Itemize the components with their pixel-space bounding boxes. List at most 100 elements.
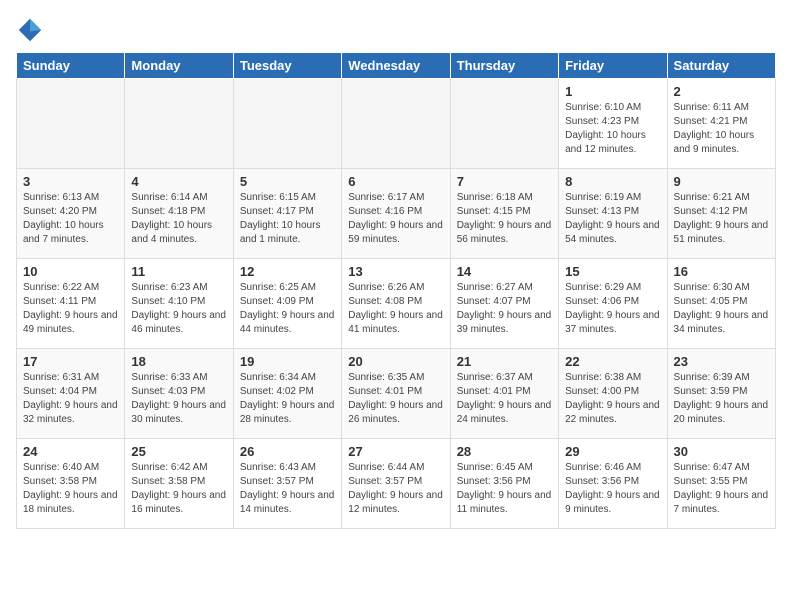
day-number: 20 [348,354,443,369]
calendar-table: SundayMondayTuesdayWednesdayThursdayFrid… [16,52,776,529]
day-number: 27 [348,444,443,459]
weekday-header-saturday: Saturday [667,53,775,79]
calendar-cell: 1 Sunrise: 6:10 AM Sunset: 4:23 PM Daylig… [559,79,667,169]
week-row-5: 24 Sunrise: 6:40 AM Sunset: 3:58 PM Dayli… [17,439,776,529]
day-info: Sunrise: 6:33 AM Sunset: 4:03 PM Dayligh… [131,371,226,427]
day-number: 16 [674,264,769,279]
page-header [16,16,776,44]
calendar-cell: 14Sunrise: 6:27 AM Sunset: 4:07 PM Dayli… [450,259,558,349]
calendar-cell: 10Sunrise: 6:22 AM Sunset: 4:11 PM Dayli… [17,259,125,349]
day-info: Sunrise: 6:43 AM Sunset: 3:57 PM Dayligh… [240,461,335,517]
day-info: Sunrise: 6:37 AM Sunset: 4:01 PM Dayligh… [457,371,552,427]
day-info: Sunrise: 6:21 AM Sunset: 4:12 PM Dayligh… [674,191,769,247]
day-info: Sunrise: 6:30 AM Sunset: 4:05 PM Dayligh… [674,281,769,337]
day-number: 22 [565,354,660,369]
calendar-cell: 24 Sunrise: 6:40 AM Sunset: 3:58 PM Dayli… [17,439,125,529]
day-number: 6 [348,174,443,189]
calendar-cell: 18 Sunrise: 6:33 AM Sunset: 4:03 PM Dayli… [125,349,233,439]
day-number: 5 [240,174,335,189]
weekday-header-tuesday: Tuesday [233,53,341,79]
day-number: 4 [131,174,226,189]
week-row-2: 3 Sunrise: 6:13 AM Sunset: 4:20 PM Daylig… [17,169,776,259]
weekday-header-friday: Friday [559,53,667,79]
weekday-header-thursday: Thursday [450,53,558,79]
logo-icon [16,16,44,44]
week-row-4: 17Sunrise: 6:31 AM Sunset: 4:04 PM Dayli… [17,349,776,439]
calendar-cell [342,79,450,169]
day-info: Sunrise: 6:17 AM Sunset: 4:16 PM Dayligh… [348,191,443,247]
calendar-cell: 7 Sunrise: 6:18 AM Sunset: 4:15 PM Daylig… [450,169,558,259]
calendar-cell: 23 Sunrise: 6:39 AM Sunset: 3:59 PM Dayli… [667,349,775,439]
day-info: Sunrise: 6:46 AM Sunset: 3:56 PM Dayligh… [565,461,660,517]
calendar-cell: 15Sunrise: 6:29 AM Sunset: 4:06 PM Dayli… [559,259,667,349]
calendar-cell: 26 Sunrise: 6:43 AM Sunset: 3:57 PM Dayli… [233,439,341,529]
calendar-cell: 8 Sunrise: 6:19 AM Sunset: 4:13 PM Daylig… [559,169,667,259]
calendar-cell: 25 Sunrise: 6:42 AM Sunset: 3:58 PM Dayli… [125,439,233,529]
day-number: 26 [240,444,335,459]
day-number: 14 [457,264,552,279]
day-info: Sunrise: 6:35 AM Sunset: 4:01 PM Dayligh… [348,371,443,427]
day-info: Sunrise: 6:15 AM Sunset: 4:17 PM Dayligh… [240,191,335,247]
calendar-cell: 12Sunrise: 6:25 AM Sunset: 4:09 PM Dayli… [233,259,341,349]
week-row-3: 10Sunrise: 6:22 AM Sunset: 4:11 PM Dayli… [17,259,776,349]
day-number: 24 [23,444,118,459]
day-info: Sunrise: 6:18 AM Sunset: 4:15 PM Dayligh… [457,191,552,247]
day-info: Sunrise: 6:45 AM Sunset: 3:56 PM Dayligh… [457,461,552,517]
day-number: 9 [674,174,769,189]
calendar-cell: 28 Sunrise: 6:45 AM Sunset: 3:56 PM Dayli… [450,439,558,529]
day-number: 19 [240,354,335,369]
day-info: Sunrise: 6:14 AM Sunset: 4:18 PM Dayligh… [131,191,226,247]
calendar-cell [17,79,125,169]
day-info: Sunrise: 6:38 AM Sunset: 4:00 PM Dayligh… [565,371,660,427]
day-info: Sunrise: 6:11 AM Sunset: 4:21 PM Dayligh… [674,101,769,157]
day-info: Sunrise: 6:13 AM Sunset: 4:20 PM Dayligh… [23,191,118,247]
day-info: Sunrise: 6:29 AM Sunset: 4:06 PM Dayligh… [565,281,660,337]
day-number: 7 [457,174,552,189]
calendar-cell: 29 Sunrise: 6:46 AM Sunset: 3:56 PM Dayli… [559,439,667,529]
day-number: 10 [23,264,118,279]
day-number: 12 [240,264,335,279]
day-number: 30 [674,444,769,459]
day-number: 1 [565,84,660,99]
day-number: 13 [348,264,443,279]
day-info: Sunrise: 6:47 AM Sunset: 3:55 PM Dayligh… [674,461,769,517]
calendar-cell: 19Sunrise: 6:34 AM Sunset: 4:02 PM Dayli… [233,349,341,439]
calendar-cell [450,79,558,169]
calendar-cell: 16 Sunrise: 6:30 AM Sunset: 4:05 PM Dayli… [667,259,775,349]
day-info: Sunrise: 6:40 AM Sunset: 3:58 PM Dayligh… [23,461,118,517]
day-info: Sunrise: 6:19 AM Sunset: 4:13 PM Dayligh… [565,191,660,247]
calendar-cell: 30 Sunrise: 6:47 AM Sunset: 3:55 PM Dayli… [667,439,775,529]
logo [16,16,48,44]
day-number: 2 [674,84,769,99]
weekday-header-sunday: Sunday [17,53,125,79]
day-number: 21 [457,354,552,369]
day-number: 23 [674,354,769,369]
calendar-cell: 4 Sunrise: 6:14 AM Sunset: 4:18 PM Daylig… [125,169,233,259]
day-info: Sunrise: 6:10 AM Sunset: 4:23 PM Dayligh… [565,101,660,157]
calendar-cell [125,79,233,169]
week-row-1: 1 Sunrise: 6:10 AM Sunset: 4:23 PM Daylig… [17,79,776,169]
calendar-cell: 13 Sunrise: 6:26 AM Sunset: 4:08 PM Dayli… [342,259,450,349]
day-info: Sunrise: 6:39 AM Sunset: 3:59 PM Dayligh… [674,371,769,427]
day-number: 18 [131,354,226,369]
calendar-cell: 17Sunrise: 6:31 AM Sunset: 4:04 PM Dayli… [17,349,125,439]
calendar-cell: 20 Sunrise: 6:35 AM Sunset: 4:01 PM Dayli… [342,349,450,439]
calendar-cell [233,79,341,169]
weekday-header-wednesday: Wednesday [342,53,450,79]
day-number: 11 [131,264,226,279]
day-number: 8 [565,174,660,189]
weekday-header-row: SundayMondayTuesdayWednesdayThursdayFrid… [17,53,776,79]
calendar-cell: 3 Sunrise: 6:13 AM Sunset: 4:20 PM Daylig… [17,169,125,259]
day-number: 3 [23,174,118,189]
day-number: 29 [565,444,660,459]
calendar-cell: 5 Sunrise: 6:15 AM Sunset: 4:17 PM Daylig… [233,169,341,259]
day-info: Sunrise: 6:44 AM Sunset: 3:57 PM Dayligh… [348,461,443,517]
calendar-cell: 21 Sunrise: 6:37 AM Sunset: 4:01 PM Dayli… [450,349,558,439]
day-number: 17 [23,354,118,369]
day-info: Sunrise: 6:42 AM Sunset: 3:58 PM Dayligh… [131,461,226,517]
day-number: 25 [131,444,226,459]
day-number: 28 [457,444,552,459]
day-info: Sunrise: 6:26 AM Sunset: 4:08 PM Dayligh… [348,281,443,337]
calendar-cell: 9 Sunrise: 6:21 AM Sunset: 4:12 PM Daylig… [667,169,775,259]
calendar-cell: 2 Sunrise: 6:11 AM Sunset: 4:21 PM Daylig… [667,79,775,169]
